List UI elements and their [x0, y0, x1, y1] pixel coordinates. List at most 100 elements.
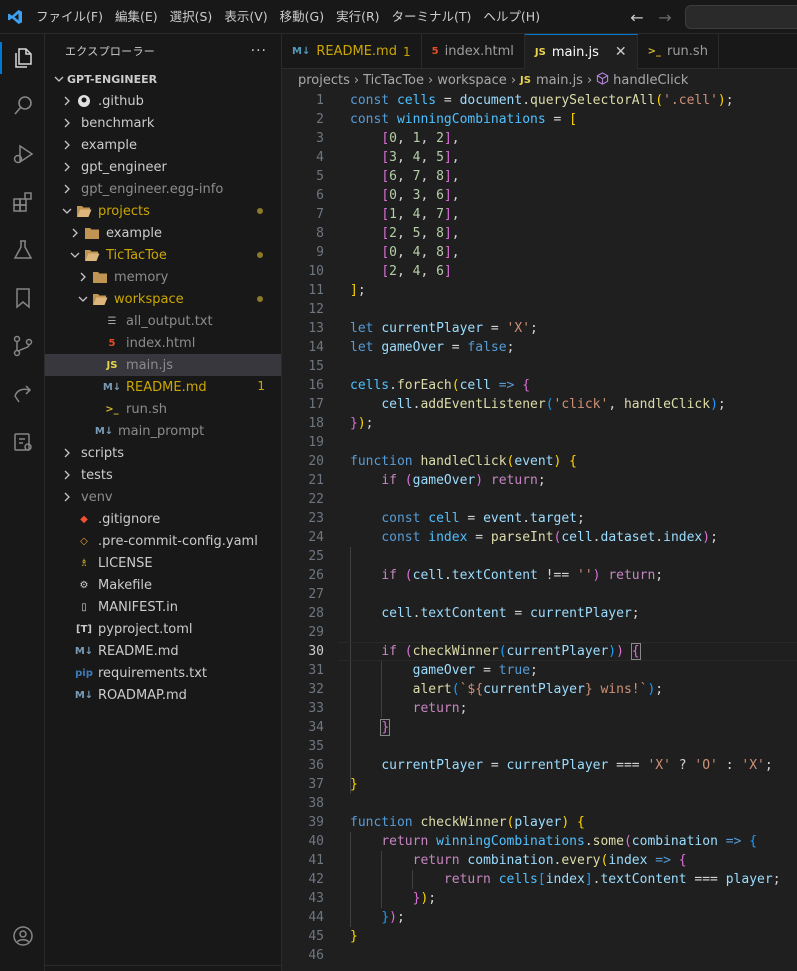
menu-item[interactable]: 実行(R): [330, 0, 385, 34]
menu-item[interactable]: ターミナル(T): [386, 0, 478, 34]
folder-item[interactable]: .github: [45, 90, 281, 112]
menu-item[interactable]: 選択(S): [164, 0, 219, 34]
code-token: currentPlayer: [506, 758, 609, 773]
file-type-icon: 5: [431, 46, 439, 57]
code-editor[interactable]: 1 const cells = document.querySelectorAll…: [282, 91, 797, 971]
code-token: }: [350, 777, 358, 792]
breadcrumb-file[interactable]: main.js: [536, 73, 583, 88]
folder-item[interactable]: benchmark: [45, 112, 281, 134]
tab-readme-md[interactable]: M↓ README.md 1: [282, 34, 422, 69]
line-number: 5: [316, 169, 324, 184]
bookmark-icon[interactable]: [0, 278, 45, 318]
tab-index-html[interactable]: 5 index.html: [422, 34, 525, 69]
symbol-method-icon: [596, 71, 609, 89]
code-line: 21 if (gameOver) return;: [282, 471, 797, 490]
code-token: :: [717, 758, 742, 773]
code-token: (: [545, 397, 554, 412]
tab-main-js[interactable]: JS main.js ✕: [524, 34, 638, 69]
code-token: false: [467, 340, 507, 355]
folder-item[interactable]: memory: [45, 266, 281, 288]
folder-item[interactable]: projects: [45, 200, 281, 222]
remote-icon[interactable]: [0, 374, 45, 414]
more-actions-icon[interactable]: ···: [251, 43, 267, 59]
tree-item-label: index.html: [126, 335, 196, 351]
file-item[interactable]: ▯ MANIFEST.in: [45, 596, 281, 618]
file-item[interactable]: 5 index.html: [45, 332, 281, 354]
code-token: {: [630, 643, 641, 660]
folder-item[interactable]: workspace: [45, 288, 281, 310]
requirements-file-icon: pip: [75, 667, 93, 679]
folder-item[interactable]: TicTacToe: [45, 244, 281, 266]
document-file-icon: ▯: [81, 601, 87, 613]
close-icon[interactable]: ✕: [615, 44, 627, 60]
code-line: 36 currentPlayer = currentPlayer === 'X'…: [282, 756, 797, 775]
code-line: 17 cell.addEventListener('click', handle…: [282, 395, 797, 414]
code-token: 6: [436, 264, 444, 279]
remote-explorer-icon[interactable]: [0, 422, 45, 462]
file-item[interactable]: M↓ README.md 1: [45, 376, 281, 398]
file-item[interactable]: pip requirements.txt: [45, 662, 281, 684]
breadcrumb-item[interactable]: workspace: [437, 73, 507, 88]
code-content: });: [350, 908, 405, 927]
folder-open-icon: [83, 244, 101, 266]
file-item[interactable]: JS main.js: [45, 354, 281, 376]
workspace-root[interactable]: GPT-ENGINEER: [45, 68, 281, 90]
chevron-down-icon: [75, 288, 91, 310]
folder-item[interactable]: venv: [45, 486, 281, 508]
menu-item[interactable]: ファイル(F): [30, 0, 109, 34]
folder-item[interactable]: scripts: [45, 442, 281, 464]
arrow-left-icon[interactable]: ←: [628, 8, 646, 27]
chevron-right-icon: ›: [428, 72, 434, 88]
code-token: ;: [396, 910, 405, 925]
code-token: true: [498, 663, 531, 678]
menu-item[interactable]: 表示(V): [218, 0, 273, 34]
command-center-search[interactable]: [685, 5, 797, 29]
search-icon[interactable]: [0, 86, 45, 126]
breadcrumb-item[interactable]: TicTacToe: [363, 73, 424, 88]
account-icon[interactable]: [0, 916, 45, 956]
menu-item[interactable]: ヘルプ(H): [477, 0, 546, 34]
flask-icon[interactable]: [0, 230, 45, 270]
breadcrumb-item[interactable]: projects: [298, 73, 350, 88]
folder-item[interactable]: example: [45, 134, 281, 156]
folder-item[interactable]: gpt_engineer.egg-info: [45, 178, 281, 200]
code-token: function: [350, 454, 413, 469]
source-control-icon[interactable]: [0, 326, 45, 366]
chevron-down-icon: [59, 200, 75, 222]
extensions-icon[interactable]: [0, 182, 45, 222]
code-line: 6 [0, 3, 6],: [282, 186, 797, 205]
folder-item[interactable]: example: [45, 222, 281, 244]
line-number: 12: [308, 302, 324, 317]
breadcrumb-symbol[interactable]: handleClick: [613, 73, 688, 88]
file-item[interactable]: M↓ ROADMAP.md: [45, 684, 281, 706]
line-number: 18: [308, 416, 324, 431]
menu-item[interactable]: 移動(G): [274, 0, 330, 34]
file-item[interactable]: M↓ main_prompt: [45, 420, 281, 442]
file-item[interactable]: ☰ all_output.txt: [45, 310, 281, 332]
files-icon[interactable]: [0, 38, 45, 78]
menu-item[interactable]: 編集(E): [109, 0, 164, 34]
code-token: {: [678, 853, 687, 868]
code-token: cell: [428, 511, 460, 526]
code-token: ,: [396, 169, 413, 184]
arrow-right-icon[interactable]: →: [656, 8, 674, 27]
folder-item[interactable]: gpt_engineer: [45, 156, 281, 178]
run-debug-icon[interactable]: [0, 134, 45, 174]
file-item[interactable]: ◆ .gitignore: [45, 508, 281, 530]
file-item[interactable]: ◇ .pre-commit-config.yaml: [45, 530, 281, 552]
tree-item-label: main.js: [126, 357, 173, 373]
file-item[interactable]: ⚙ Makefile: [45, 574, 281, 596]
file-item[interactable]: [T] pyproject.toml: [45, 618, 281, 640]
markdown-file-icon: M↓: [74, 689, 94, 701]
code-token: index: [663, 530, 703, 545]
file-item[interactable]: >_ run.sh: [45, 398, 281, 420]
code-token: (: [655, 93, 664, 108]
code-line: 38: [282, 794, 797, 813]
tab-run-sh[interactable]: >_ run.sh: [638, 34, 719, 69]
file-item[interactable]: ♗ LICENSE: [45, 552, 281, 574]
folder-item[interactable]: tests: [45, 464, 281, 486]
file-item[interactable]: M↓ README.md: [45, 640, 281, 662]
